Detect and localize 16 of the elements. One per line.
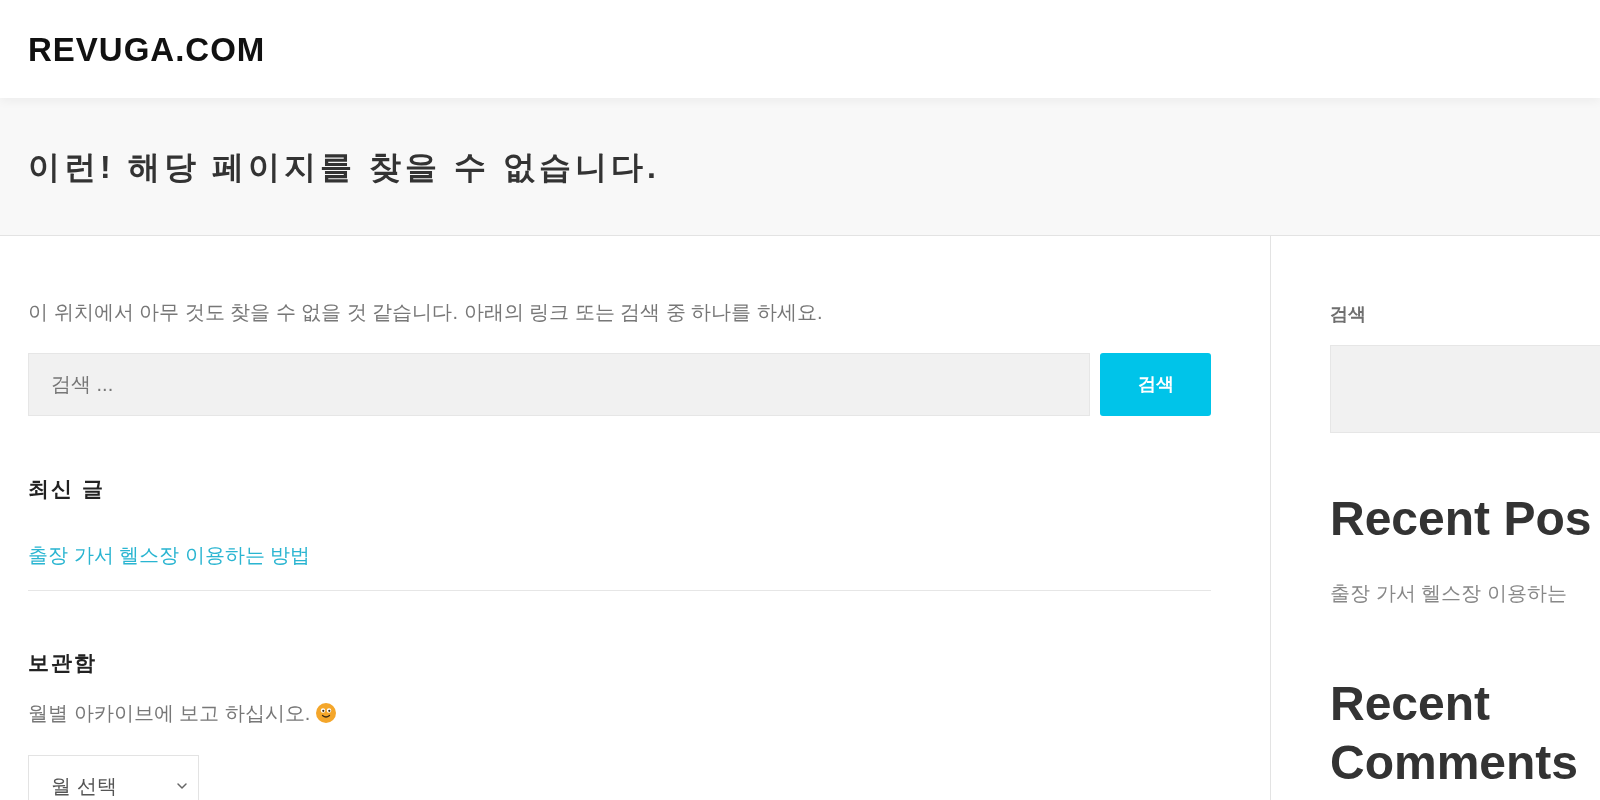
post-link[interactable]: 출장 가서 헬스장 이용하는 — [1330, 578, 1567, 608]
site-logo[interactable]: REVUGA.COM — [28, 32, 266, 66]
widget-heading: Recent Pos — [1330, 491, 1592, 547]
smiley-icon — [316, 703, 337, 723]
page-title: 이런! 해당 페이지를 찾을 수 없습니다. — [28, 150, 660, 183]
search-label: 검색 — [1330, 303, 1366, 326]
widget-heading: Recent Comments — [1330, 676, 1580, 791]
section-heading: 최신 글 — [28, 476, 105, 502]
search-button[interactable]: 검색 — [1100, 353, 1211, 416]
search-field[interactable]: 검색 ... — [28, 353, 1090, 416]
search-field[interactable] — [1330, 345, 1600, 433]
section-heading: 보관함 — [28, 650, 97, 676]
not-found-message: 이 위치에서 아무 것도 찾을 수 없을 것 같습니다. 아래의 링크 또는 검색 중 하나를 하세요. — [28, 300, 824, 325]
post-link[interactable]: 출장 가서 헬스장 이용하는 방법 — [28, 540, 311, 570]
archive-note: 월별 아카이브에 보고 하십시오. — [28, 701, 311, 726]
month-select[interactable]: 월 선택 — [28, 755, 199, 800]
